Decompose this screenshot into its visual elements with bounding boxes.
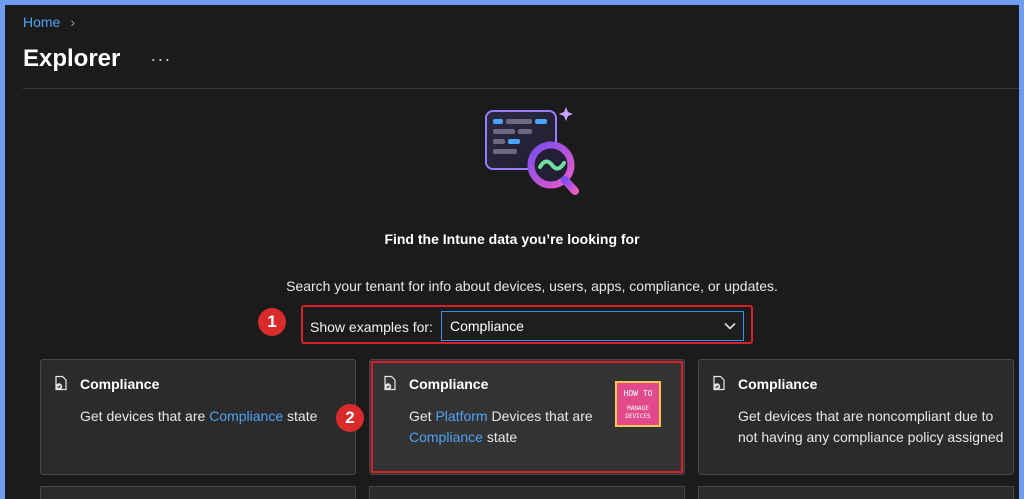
card-title: Compliance <box>80 376 160 392</box>
search-data-icon <box>485 107 579 195</box>
page-title: Explorer <box>23 45 121 72</box>
examples-select[interactable]: Compliance <box>441 311 744 341</box>
document-check-icon <box>384 375 396 391</box>
card-title: Compliance <box>738 376 818 392</box>
card-description: Get devices that are Compliance state <box>80 406 317 427</box>
document-check-icon <box>55 375 67 391</box>
breadcrumb: Home › <box>23 14 75 30</box>
example-card[interactable]: Compliance Get devices that are Complian… <box>40 359 356 475</box>
example-card-partial[interactable] <box>369 486 685 499</box>
header-divider <box>23 88 1019 89</box>
hero-heading: Find the Intune data you’re looking for <box>384 231 640 247</box>
card-link: Compliance <box>409 428 483 445</box>
card-title: Compliance <box>409 376 489 392</box>
explorer-page: Home › Explorer ··· Find the Intune data… <box>5 5 1019 499</box>
example-card-highlighted[interactable]: Compliance Get Platform Devices that are… <box>369 359 685 475</box>
card-desc-text: state <box>283 408 318 424</box>
how-to-manage-devices-logo: HOW TO MANAGE DEVICES <box>615 381 661 427</box>
chevron-down-icon <box>724 322 736 330</box>
example-card[interactable]: Compliance Get devices that are noncompl… <box>698 359 1014 475</box>
document-check-icon <box>713 375 725 391</box>
example-card-partial[interactable] <box>698 486 1014 499</box>
card-desc-text: state <box>482 428 518 445</box>
card-link: Platform <box>435 408 488 424</box>
logo-text-bottom: MANAGE DEVICES <box>625 405 651 420</box>
breadcrumb-home-link[interactable]: Home <box>23 14 60 30</box>
logo-text-top: HOW TO <box>623 389 653 398</box>
chevron-right-icon: › <box>70 14 76 30</box>
filter-label: Show examples for: <box>310 319 433 335</box>
example-card-partial[interactable] <box>40 486 356 499</box>
card-description: Get devices that are noncompliant due to… <box>738 408 1004 445</box>
card-link: Compliance <box>209 408 284 424</box>
card-desc-text: Get devices that are <box>80 408 210 424</box>
card-desc-text: Devices that are <box>487 408 593 424</box>
card-description: Get Platform Devices that are Compliance … <box>409 406 599 447</box>
card-desc-text: Get <box>409 408 436 424</box>
annotation-marker-1: 1 <box>258 308 286 336</box>
select-value: Compliance <box>450 318 524 334</box>
annotation-marker-2: 2 <box>336 404 364 432</box>
title-row: Explorer ··· <box>23 45 177 73</box>
more-options-button[interactable]: ··· <box>144 47 177 72</box>
hero-subtext: Search your tenant for info about device… <box>286 278 778 294</box>
